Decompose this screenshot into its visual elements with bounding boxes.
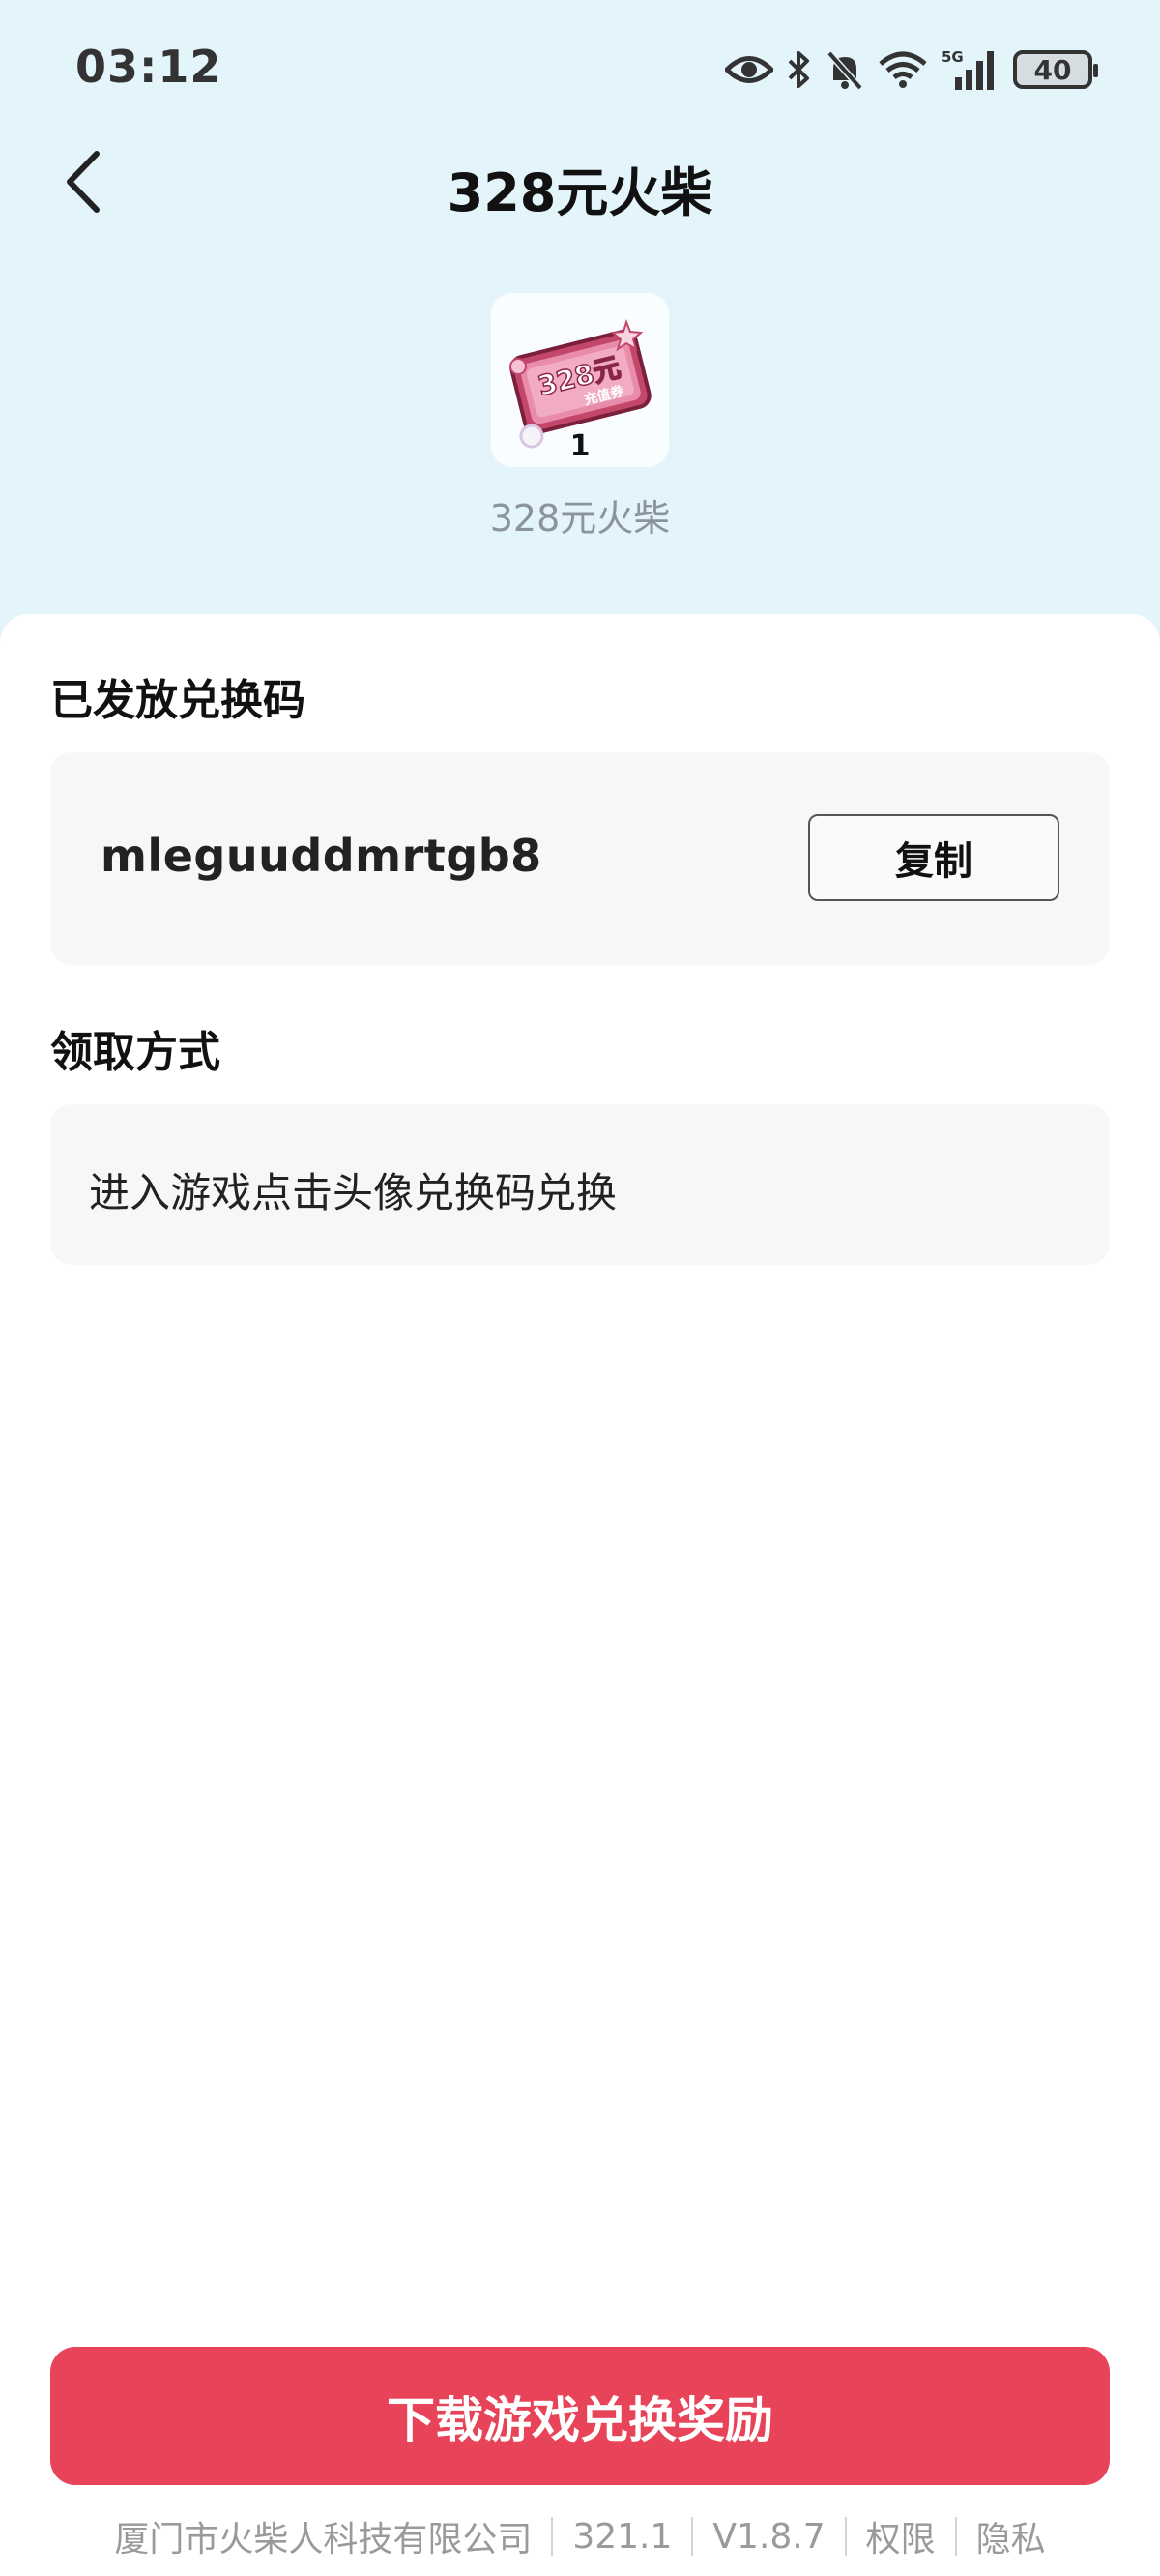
footer-divider bbox=[691, 2517, 694, 2556]
item-quantity: 1 bbox=[569, 429, 591, 463]
item-thumbnail: 328元 充值券 1 bbox=[491, 293, 669, 467]
footer-divider bbox=[844, 2517, 847, 2556]
footer-divider bbox=[954, 2517, 957, 2556]
page-title: 328元火柴 bbox=[447, 162, 713, 223]
status-icons: 5G 40 bbox=[725, 43, 1098, 97]
item-name: 328元火柴 bbox=[489, 497, 671, 540]
eye-icon bbox=[725, 53, 773, 86]
bluetooth-icon bbox=[787, 49, 812, 90]
wifi-icon bbox=[878, 50, 928, 89]
footer-version: V1.8.7 bbox=[712, 2516, 826, 2557]
redeem-code-section-title: 已发放兑换码 bbox=[50, 676, 305, 725]
footer-build: 321.1 bbox=[572, 2516, 673, 2557]
signal-5g-icon: 5G bbox=[942, 48, 1000, 91]
download-game-button[interactable]: 下载游戏兑换奖励 bbox=[50, 2347, 1110, 2485]
footer: 厦门市火柴人科技有限公司 321.1 V1.8.7 权限 隐私 bbox=[0, 2511, 1160, 2561]
footer-permissions-link[interactable]: 权限 bbox=[866, 2511, 936, 2561]
footer-privacy-link[interactable]: 隐私 bbox=[976, 2511, 1046, 2561]
redeem-code: mleguuddmrtgb8 bbox=[101, 830, 542, 882]
claim-method-section-title: 领取方式 bbox=[50, 1028, 220, 1077]
claim-method-text: 进入游戏点击头像兑换码兑换 bbox=[89, 1169, 618, 1216]
status-bar: 03:12 5G 40 bbox=[0, 0, 1160, 135]
bell-muted-icon bbox=[826, 49, 864, 90]
svg-text:5G: 5G bbox=[942, 48, 964, 66]
footer-divider bbox=[551, 2517, 554, 2556]
status-time: 03:12 bbox=[75, 41, 222, 93]
copy-button[interactable]: 复制 bbox=[808, 814, 1059, 901]
footer-company: 厦门市火柴人科技有限公司 bbox=[114, 2520, 533, 2560]
battery-indicator: 40 bbox=[1013, 50, 1098, 89]
